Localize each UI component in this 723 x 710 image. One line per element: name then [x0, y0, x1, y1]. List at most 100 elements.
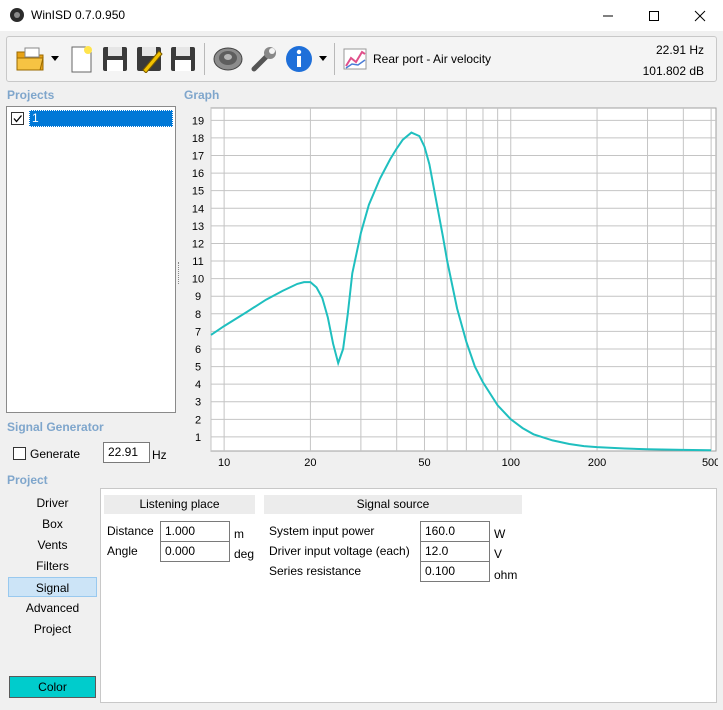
new-document-icon: [71, 46, 92, 73]
y-tick-label: 17: [192, 150, 204, 162]
new-project-button[interactable]: [65, 42, 97, 76]
x-tick-label: 200: [588, 457, 606, 469]
series-resistance-unit: ohm: [494, 568, 518, 582]
y-tick-label: 11: [192, 256, 203, 268]
nav-item-signal[interactable]: Signal: [8, 577, 97, 597]
graph-chart[interactable]: 10 20 50 100 200 500 123456789101112131415161…: [182, 104, 718, 472]
y-tick-label: 4: [195, 379, 201, 391]
y-tick-label: 5: [195, 362, 201, 374]
plot-area: [210, 107, 717, 452]
y-tick-label: 6: [195, 344, 201, 356]
color-button[interactable]: Color: [9, 676, 96, 698]
y-tick-label: 19: [192, 115, 204, 127]
driver-input-voltage-unit: V: [494, 547, 503, 561]
check-icon: [13, 115, 22, 123]
x-tick-label: 500: [702, 457, 718, 469]
listening-place-header: Listening place: [104, 495, 255, 514]
y-tick-label: 7: [195, 326, 201, 338]
x-tick-label: 20: [304, 457, 316, 469]
nav-item-filters[interactable]: Filters: [8, 556, 97, 576]
generate-checkbox[interactable]: [13, 447, 26, 460]
project-name[interactable]: 1: [29, 110, 173, 127]
close-icon: [694, 10, 706, 21]
app-icon: [10, 8, 24, 22]
edit-button[interactable]: [133, 42, 165, 76]
graph-type-button[interactable]: [340, 42, 370, 76]
window-title: WinISD 0.7.0.950: [31, 8, 126, 22]
system-input-power-input[interactable]: 160.0: [420, 521, 490, 542]
title-bar: WinISD 0.7.0.950: [0, 0, 723, 31]
series-resistance-label: Series resistance: [269, 564, 362, 578]
list-item[interactable]: 1: [9, 110, 173, 127]
signal-settings-panel: Listening place Distance 1.000 m Angle 0…: [100, 488, 717, 703]
toolbar: Rear port - Air velocity 22.91 Hz 101.80…: [6, 36, 717, 82]
y-tick-label: 15: [192, 186, 204, 198]
floppy-disk-icon: [171, 47, 195, 71]
info-button[interactable]: [283, 42, 315, 76]
chevron-down-icon: [51, 56, 59, 61]
settings-button[interactable]: [248, 42, 280, 76]
open-button[interactable]: [13, 42, 49, 76]
driver-button[interactable]: [210, 42, 246, 76]
distance-input[interactable]: 1.000: [160, 521, 230, 542]
y-tick-label: 1: [195, 432, 201, 444]
chevron-down-icon: [319, 56, 327, 61]
save-as-button[interactable]: [167, 42, 199, 76]
y-tick-label: 2: [195, 414, 201, 426]
system-input-power-unit: W: [494, 527, 506, 541]
y-tick-label: 18: [192, 133, 204, 145]
info-dropdown-button[interactable]: [317, 42, 329, 76]
toolbar-separator: [204, 43, 205, 75]
generator-frequency-input[interactable]: 22.91: [103, 442, 150, 463]
y-tick-label: 13: [192, 221, 204, 233]
splitter-handle[interactable]: [178, 262, 180, 284]
angle-input[interactable]: 0.000: [160, 541, 230, 562]
x-tick-label: 100: [502, 457, 520, 469]
angle-unit: deg: [234, 547, 255, 561]
nav-item-advanced[interactable]: Advanced: [8, 598, 97, 618]
wrench-icon: [251, 47, 276, 72]
distance-unit: m: [234, 527, 244, 541]
y-tick-label: 16: [192, 168, 204, 180]
y-tick-label: 10: [192, 274, 204, 286]
projects-list[interactable]: 1: [6, 106, 176, 413]
minimize-button[interactable]: [585, 0, 631, 31]
graph-title: Graph: [184, 88, 220, 102]
system-input-power-label: System input power: [269, 524, 375, 538]
generator-frequency-unit: Hz: [152, 448, 167, 462]
driver-input-voltage-label: Driver input voltage (each): [269, 544, 410, 558]
maximize-button[interactable]: [631, 0, 677, 31]
level-readout: 101.802 dB: [642, 64, 704, 78]
open-dropdown-button[interactable]: [49, 42, 61, 76]
generate-label: Generate: [30, 447, 81, 461]
save-button[interactable]: [99, 42, 131, 76]
distance-label: Distance: [107, 524, 154, 538]
y-tick-label: 14: [192, 203, 204, 215]
driver-input-voltage-input[interactable]: 12.0: [420, 541, 490, 562]
nav-item-vents[interactable]: Vents: [8, 535, 97, 555]
angle-label: Angle: [107, 544, 138, 558]
line-chart-icon: [343, 48, 367, 70]
speaker-icon: [213, 47, 243, 71]
nav-item-project[interactable]: Project: [8, 619, 97, 639]
y-tick-label: 12: [192, 238, 204, 250]
project-checkbox[interactable]: [11, 112, 24, 125]
toolbar-separator: [334, 43, 335, 75]
close-button[interactable]: [677, 0, 723, 31]
y-tick-label: 8: [195, 309, 201, 321]
x-tick-label: 10: [218, 457, 230, 469]
graph-type-label[interactable]: Rear port - Air velocity: [373, 52, 491, 66]
x-tick-label: 50: [418, 457, 430, 469]
y-tick-label: 3: [195, 397, 201, 409]
nav-item-driver[interactable]: Driver: [8, 493, 97, 513]
maximize-icon: [649, 10, 659, 21]
frequency-readout: 22.91 Hz: [655, 43, 704, 57]
minimize-icon: [603, 15, 613, 16]
projects-title: Projects: [7, 88, 55, 102]
signal-generator-title: Signal Generator: [7, 420, 104, 434]
nav-item-box[interactable]: Box: [8, 514, 97, 534]
folder-open-icon: [16, 47, 44, 71]
y-tick-label: 9: [195, 291, 201, 303]
series-resistance-input[interactable]: 0.100: [420, 561, 490, 582]
info-icon: [286, 46, 312, 72]
